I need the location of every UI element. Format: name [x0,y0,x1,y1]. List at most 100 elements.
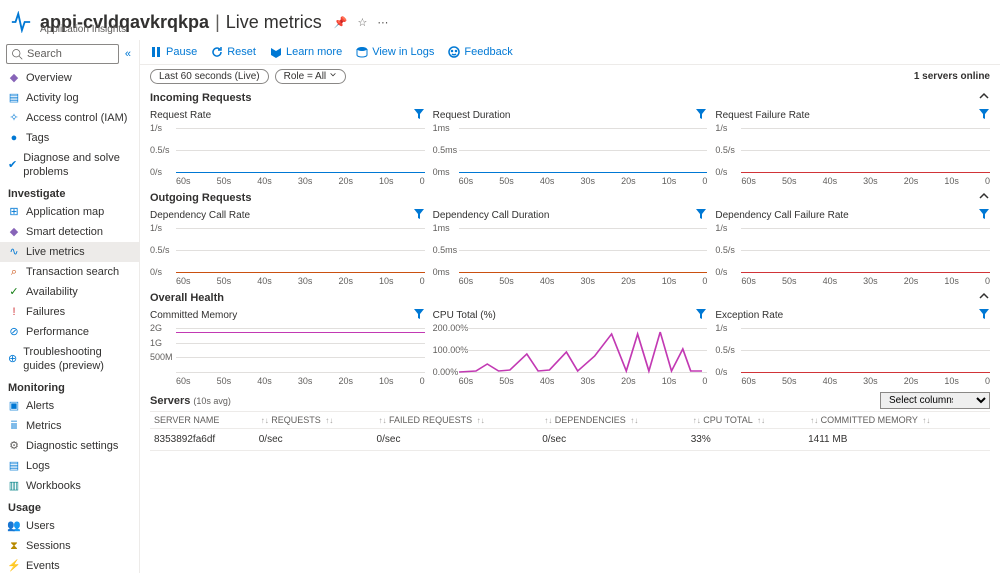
col-header[interactable]: ↑↓ REQUESTS ↑↓ [255,412,373,429]
sidebar-item-workbooks[interactable]: ▥Workbooks [0,476,139,496]
sidebar-item-live-metrics[interactable]: ∿Live metrics [0,242,139,262]
x-tick: 40s [257,376,272,386]
chart-filter-button[interactable] [695,108,707,123]
view-in-logs-button[interactable]: View in Logs [356,46,434,58]
sidebar-item-failures[interactable]: !Failures [0,302,139,322]
chart-filter-button[interactable] [978,208,990,223]
chart-req-rate: Request Rate 1/s0.5/s0/s60s50s40s30s20s1… [150,107,425,186]
x-tick: 10s [662,276,677,286]
col-header[interactable]: SERVER NAME [150,412,255,429]
chart-plot[interactable]: 2G1G500M60s50s40s30s20s10s0 [150,324,425,386]
chart-title: Request Duration [433,110,511,121]
section-outgoing[interactable]: Outgoing Requests [140,188,1000,207]
alerts-icon: ▣ [8,400,20,412]
sidebar-item-smart-detection[interactable]: ◆Smart detection [0,222,139,242]
table-row[interactable]: 8353892fa6df0/sec0/sec0/sec33%1411 MB [150,429,990,451]
chart-plot[interactable]: 1/s0.5/s0/s60s50s40s30s20s10s0 [715,124,990,186]
col-header[interactable]: ↑↓ FAILED REQUESTS ↑↓ [373,412,539,429]
chart-plot[interactable]: 1/s0.5/s0/s60s50s40s30s20s10s0 [150,124,425,186]
chart-plot[interactable]: 1ms0.5ms0ms60s50s40s30s20s10s0 [433,124,708,186]
chart-filter-button[interactable] [695,208,707,223]
sidebar-item-label: Alerts [26,399,54,413]
filter-bar: Last 60 seconds (Live) Role = All 1 serv… [140,65,1000,88]
y-tick: 500M [150,352,173,362]
y-tick: 0.5ms [433,245,458,255]
sidebar-item-troubleshooting-guides-preview-[interactable]: ⊕Troubleshooting guides (preview) [0,342,139,376]
chart-plot[interactable]: 1/s0.5/s0/s60s50s40s30s20s10s0 [150,224,425,286]
sidebar-item-availability[interactable]: ✓Availability [0,282,139,302]
chart-plot[interactable]: 200.00%100.00%0.00%60s50s40s30s20s10s0 [433,324,708,386]
section-health[interactable]: Overall Health [140,288,1000,307]
pause-button[interactable]: Pause [150,46,197,58]
sidebar-item-overview[interactable]: ◆Overview [0,68,139,88]
sidebar-item-access-control-iam-[interactable]: ✧Access control (IAM) [0,108,139,128]
x-tick: 60s [176,176,191,186]
sidebar-item-diagnostic-settings[interactable]: ⚙Diagnostic settings [0,436,139,456]
gridline [741,228,990,229]
time-range-pill[interactable]: Last 60 seconds (Live) [150,69,269,84]
chart-filter-button[interactable] [413,308,425,323]
chart-plot[interactable]: 1ms0.5ms0ms60s50s40s30s20s10s0 [433,224,708,286]
chart-filter-button[interactable] [413,208,425,223]
sidebar-item-alerts[interactable]: ▣ Alerts [0,396,139,416]
x-axis: 60s50s40s30s20s10s0 [459,276,708,286]
x-tick: 40s [540,176,555,186]
learn-more-button[interactable]: Learn more [270,46,342,58]
section-incoming[interactable]: Incoming Requests [140,88,1000,107]
sidebar-item-diagnose-and-solve-problems[interactable]: ✔Diagnose and solve problems [0,148,139,182]
chart-plot[interactable]: 1/s0.5/s0/s60s50s40s30s20s10s0 [715,324,990,386]
favorite-icon[interactable]: ☆ [357,16,367,29]
chart-filter-button[interactable] [978,108,990,123]
chart-dep-fail: Dependency Call Failure Rate 1/s0.5/s0/s… [715,207,990,286]
sidebar-item-activity-log[interactable]: ▤Activity log [0,88,139,108]
servers-title: Servers [150,395,190,407]
chart-filter-button[interactable] [978,308,990,323]
select-columns-dropdown[interactable]: Select columns [880,392,990,409]
sidebar-item-sessions[interactable]: ⧗Sessions [0,536,139,556]
chart-filter-button[interactable] [413,108,425,123]
sidebar-item-events[interactable]: ⚡Events [0,556,139,573]
feedback-button[interactable]: Feedback [448,46,512,58]
y-tick: 0/s [150,267,162,277]
x-tick: 0 [985,376,990,386]
collapse-sidebar-icon[interactable]: « [123,46,133,62]
x-tick: 0 [420,376,425,386]
more-icon[interactable]: ⋯ [377,16,388,29]
reset-button[interactable]: Reset [211,46,256,58]
sidebar-item-application-map[interactable]: ⊞Application map [0,202,139,222]
chart-exc: Exception Rate 1/s0.5/s0/s60s50s40s30s20… [715,307,990,386]
x-tick: 0 [702,376,707,386]
sidebar-item-users[interactable]: 👥Users [0,516,139,536]
chevron-up-icon [978,190,990,202]
sidebar-item-label: Application map [26,205,104,219]
x-tick: 0 [985,176,990,186]
role-filter-pill[interactable]: Role = All [275,69,347,84]
series-line [741,172,990,173]
sidebar-item-transaction-search[interactable]: ⌕Transaction search [0,262,139,282]
chart-req-fail: Request Failure Rate 1/s0.5/s0/s60s50s40… [715,107,990,186]
col-header[interactable]: ↑↓ CPU TOTAL ↑↓ [687,412,804,429]
search-input[interactable]: Search [6,44,119,64]
x-tick: 40s [540,276,555,286]
x-tick: 30s [581,176,596,186]
sidebar-item-tags[interactable]: ●Tags [0,128,139,148]
tags-icon: ● [8,132,20,144]
x-tick: 20s [338,276,353,286]
sidebar-item-label: Activity log [26,91,79,105]
chart-plot[interactable]: 1/s0.5/s0/s60s50s40s30s20s10s0 [715,224,990,286]
x-tick: 60s [459,276,474,286]
sidebar-item-label: Performance [26,325,89,339]
chart-filter-button[interactable] [695,308,707,323]
sidebar-item-performance[interactable]: ⊘Performance [0,322,139,342]
y-tick: 0/s [715,267,727,277]
col-header[interactable]: ↑↓ COMMITTED MEMORY ↑↓ [804,412,990,429]
y-tick: 0ms [433,267,450,277]
pin-icon[interactable]: 📌 [334,16,348,29]
servers-online-label: 1 servers online [914,71,990,82]
sidebar-item-label: Diagnostic settings [26,439,118,453]
x-axis: 60s50s40s30s20s10s0 [176,176,425,186]
sidebar-item-logs[interactable]: ▤Logs [0,456,139,476]
logs-icon: ▤ [8,460,20,472]
sidebar-item-metrics[interactable]: ⅲMetrics [0,416,139,436]
col-header[interactable]: ↑↓ DEPENDENCIES ↑↓ [538,412,687,429]
